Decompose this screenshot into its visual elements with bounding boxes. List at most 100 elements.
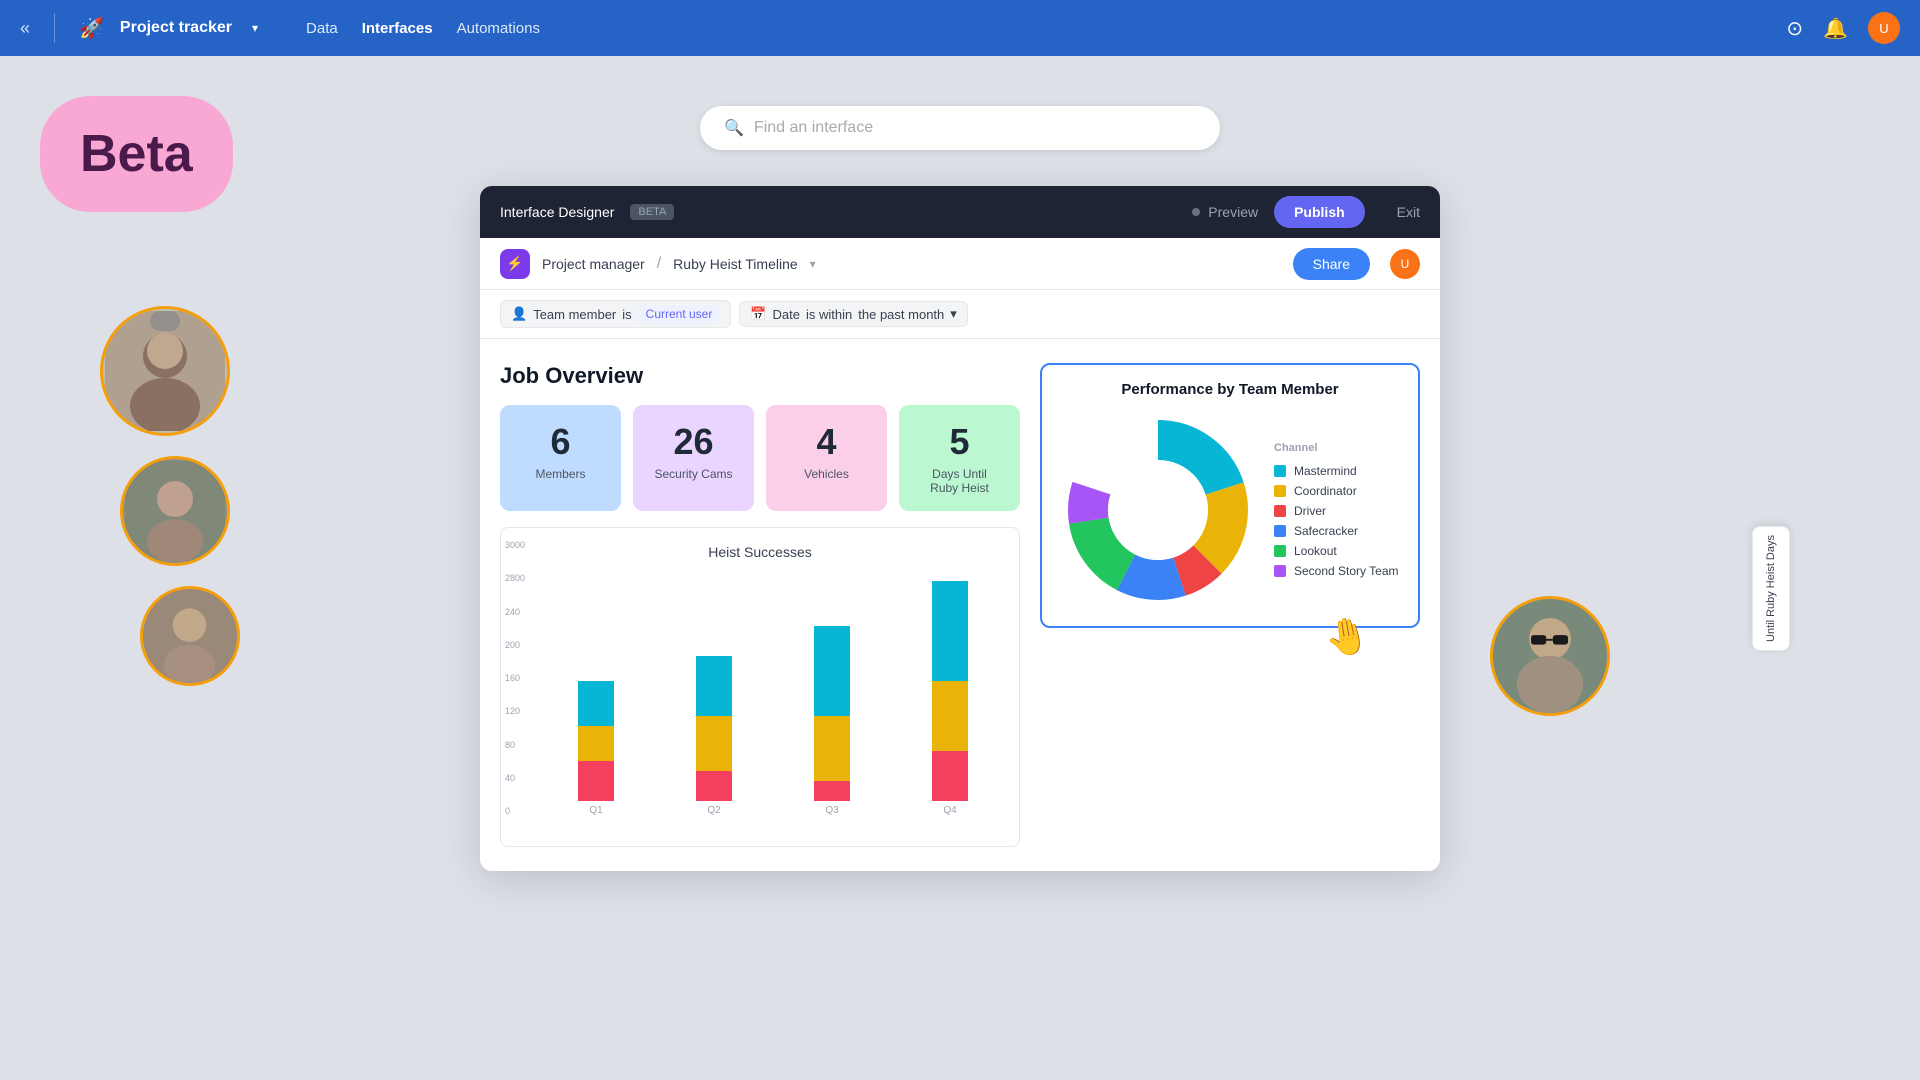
stats-grid: 6 Members 26 Security Cams 4 Vehicles 5 … [500, 405, 1020, 511]
filter-date[interactable]: 📅 Date is within the past month ▾ [739, 301, 967, 327]
stat-vehicles: 4 Vehicles [766, 405, 887, 511]
perf-title: Performance by Team Member [1058, 381, 1402, 398]
stat-days-label: Days Until Ruby Heist [911, 467, 1008, 495]
bar-q2-label: Q2 [707, 805, 720, 816]
publish-button[interactable]: Publish [1274, 196, 1365, 228]
heist-chart: Heist Successes 3000 2800 240 200 160 12… [500, 527, 1020, 847]
filter-op-2: is within [806, 307, 852, 322]
bar-q4-yellow [932, 681, 968, 751]
hand-cursor-icon: 🤚 [1322, 612, 1373, 661]
stat-cams-value: 26 [645, 421, 742, 463]
chart-legend: Channel Mastermind Coordinator [1274, 442, 1399, 578]
y-label-3000: 3000 [505, 540, 525, 550]
bar-q2-pink [696, 771, 732, 801]
legend-dot-driver [1274, 505, 1286, 517]
content-area: Job Overview 6 Members 26 Security Cams … [480, 339, 1440, 871]
nav-interfaces[interactable]: Interfaces [362, 20, 433, 37]
legend-dot-lookout [1274, 545, 1286, 557]
breadcrumb-dropdown[interactable]: ▾ [810, 257, 816, 271]
designer-beta-badge: BETA [630, 204, 674, 220]
nav-automations[interactable]: Automations [457, 20, 540, 37]
bar-q2-yellow [696, 716, 732, 771]
exit-button[interactable]: Exit [1397, 204, 1420, 220]
help-icon[interactable]: ⊙ [1786, 16, 1803, 41]
stat-days: 5 Days Until Ruby Heist [899, 405, 1020, 511]
filter-bar: 👤 Team member is Current user 📅 Date is … [480, 290, 1440, 339]
app-dropdown[interactable]: ▾ [252, 21, 258, 35]
avatar-2 [120, 456, 230, 566]
back-button[interactable]: « [20, 18, 30, 39]
avatar-left-group [100, 306, 240, 686]
bar-q4-label: Q4 [943, 805, 956, 816]
right-stats: Performance by Team Member [1040, 363, 1420, 847]
share-button[interactable]: Share [1293, 248, 1370, 280]
stat-days-value: 5 [911, 421, 1008, 463]
bar-q3-pink [814, 781, 850, 801]
bar-q3-cyan [814, 626, 850, 716]
top-navigation: « 🚀 Project tracker ▾ Data Interfaces Au… [0, 0, 1920, 56]
preview-dot [1192, 208, 1200, 216]
app-logo: 🚀 [79, 16, 104, 41]
nav-links: Data Interfaces Automations [306, 20, 540, 37]
avatar-1 [100, 306, 230, 436]
bars-wrapper: Q1 Q2 [537, 540, 1009, 816]
y-label-120: 120 [505, 706, 525, 716]
preview-label: Preview [1208, 204, 1258, 220]
nav-divider [54, 13, 55, 43]
y-label-0: 0 [505, 806, 525, 816]
nav-data[interactable]: Data [306, 20, 338, 37]
bar-q1: Q1 [578, 540, 614, 816]
bar-q2-cyan [696, 656, 732, 716]
avatar-float [1490, 596, 1610, 716]
search-bar[interactable]: 🔍 Find an interface [700, 106, 1220, 150]
y-label-40: 40 [505, 773, 525, 783]
sub-avatar: U [1390, 249, 1420, 279]
legend-safecracker: Safecracker [1274, 524, 1399, 538]
search-placeholder: Find an interface [754, 119, 873, 137]
legend-mastermind: Mastermind [1274, 464, 1399, 478]
stat-members-label: Members [512, 467, 609, 481]
bar-q1-cyan [578, 681, 614, 726]
main-area: Beta [0, 56, 1920, 1080]
user-avatar[interactable]: U [1868, 12, 1900, 44]
y-label-2800: 2800 [505, 573, 525, 583]
preview-button[interactable]: Preview [1192, 204, 1258, 220]
breadcrumb-project: Project manager [542, 256, 645, 272]
performance-card: Performance by Team Member [1040, 363, 1420, 628]
legend-coordinator: Coordinator [1274, 484, 1399, 498]
breadcrumb-sep: / [657, 255, 661, 273]
legend-driver: Driver [1274, 504, 1399, 518]
avatar-3 [140, 586, 240, 686]
filter-label-1: Team member [533, 307, 616, 322]
legend-label-coordinator: Coordinator [1294, 484, 1357, 498]
designer-title: Interface Designer [500, 204, 614, 220]
designer-panel: Interface Designer BETA Preview Publish … [480, 186, 1440, 871]
bar-q4: Q4 [932, 540, 968, 816]
y-label-200: 200 [505, 640, 525, 650]
legend-title: Channel [1274, 442, 1399, 454]
legend-dot-second-story [1274, 565, 1286, 577]
bar-q1-label: Q1 [589, 805, 602, 816]
project-icon: ⚡ [500, 249, 530, 279]
stat-vehicles-value: 4 [778, 421, 875, 463]
legend-dot-safecracker [1274, 525, 1286, 537]
stat-cams-label: Security Cams [645, 467, 742, 481]
y-label-80: 80 [505, 740, 525, 750]
nav-right: ⊙ 🔔 U [1786, 12, 1900, 44]
bar-q4-cyan [932, 581, 968, 681]
legend-label-driver: Driver [1294, 504, 1326, 518]
bell-icon[interactable]: 🔔 [1823, 16, 1848, 41]
legend-second-story: Second Story Team [1274, 564, 1399, 578]
legend-label-mastermind: Mastermind [1294, 464, 1357, 478]
legend-dot-mastermind [1274, 465, 1286, 477]
filter-team-member[interactable]: 👤 Team member is Current user [500, 300, 731, 328]
beta-badge: Beta [40, 96, 233, 212]
y-label-160: 160 [505, 673, 525, 683]
bar-q3-yellow [814, 716, 850, 781]
donut-chart [1058, 410, 1258, 610]
bar-q2: Q2 [696, 540, 732, 816]
bar-q4-pink [932, 751, 968, 801]
designer-toolbar: Interface Designer BETA Preview Publish … [480, 186, 1440, 238]
bar-q1-pink [578, 761, 614, 801]
sub-toolbar: ⚡ Project manager / Ruby Heist Timeline … [480, 238, 1440, 290]
